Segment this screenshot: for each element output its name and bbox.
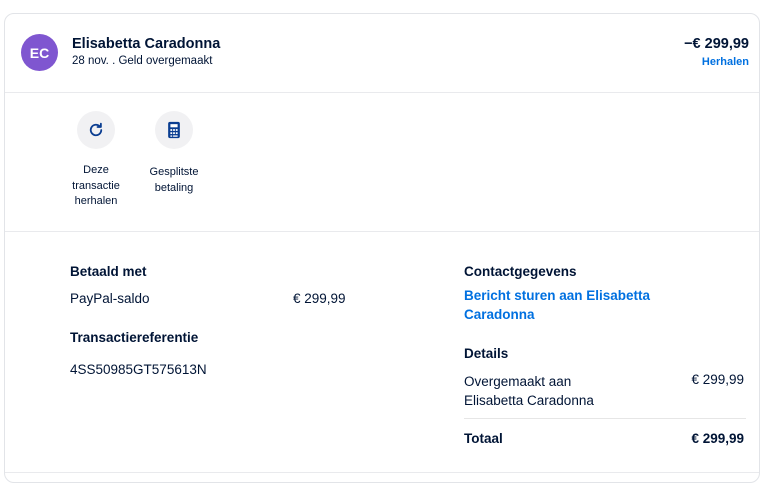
transaction-card: EC Elisabetta Caradonna 28 nov. . Geld o… xyxy=(4,13,760,483)
message-link-line-2: Caradonna xyxy=(464,307,535,322)
details-row-label-line-2: Elisabetta Caradonna xyxy=(464,393,594,408)
paid-with-heading: Betaald met xyxy=(70,264,147,279)
split-label-line-2: betaling xyxy=(154,181,194,194)
section-divider xyxy=(5,472,759,473)
reference-value: 4SS50985GT575613N xyxy=(70,362,207,377)
avatar: EC xyxy=(21,34,58,71)
total-label: Totaal xyxy=(464,431,503,446)
details-row-amount: € 299,99 xyxy=(691,372,744,387)
transaction-header: EC Elisabetta Caradonna 28 nov. . Geld o… xyxy=(5,14,759,93)
message-link-line-1: Bericht sturen aan Elisabetta xyxy=(464,288,651,303)
details-heading: Details xyxy=(464,346,509,361)
details-divider xyxy=(464,418,746,419)
repeat-link[interactable]: Herhalen xyxy=(702,56,749,68)
contact-heading: Contactgegevens xyxy=(464,264,577,279)
quick-actions: Deze transactie herhalen Gesplitste beta… xyxy=(5,93,759,232)
repeat-label-line-3: herhalen xyxy=(74,195,118,207)
details-row-label-line-1: Overgemaakt aan xyxy=(464,374,572,389)
payment-amount: € 299,99 xyxy=(293,291,346,306)
recipient-name: Elisabetta Caradonna xyxy=(72,36,221,52)
payment-method: PayPal-saldo xyxy=(70,291,150,306)
transaction-details: Betaald met PayPal-saldo € 299,99 Transa… xyxy=(5,232,759,472)
repeat-label-line-2: transactie xyxy=(72,179,120,192)
transaction-subtitle: 28 nov. . Geld overgemaakt xyxy=(72,55,213,67)
details-row-label: Overgemaakt aan Elisabetta Caradonna xyxy=(464,372,594,410)
message-link[interactable]: Bericht sturen aan Elisabetta Caradonna xyxy=(464,286,650,324)
transaction-amount: −€ 299,99 xyxy=(684,36,749,52)
reference-heading: Transactiereferentie xyxy=(70,330,199,345)
repeat-transaction-button[interactable]: Deze transactie herhalen xyxy=(61,111,131,210)
repeat-label-line-1: Deze xyxy=(83,164,109,176)
refresh-icon xyxy=(77,111,115,149)
total-amount: € 299,99 xyxy=(691,431,744,446)
split-label-line-1: Gesplitste xyxy=(149,166,199,178)
calculator-icon xyxy=(155,111,193,149)
split-payment-button[interactable]: Gesplitste betaling xyxy=(139,111,209,196)
